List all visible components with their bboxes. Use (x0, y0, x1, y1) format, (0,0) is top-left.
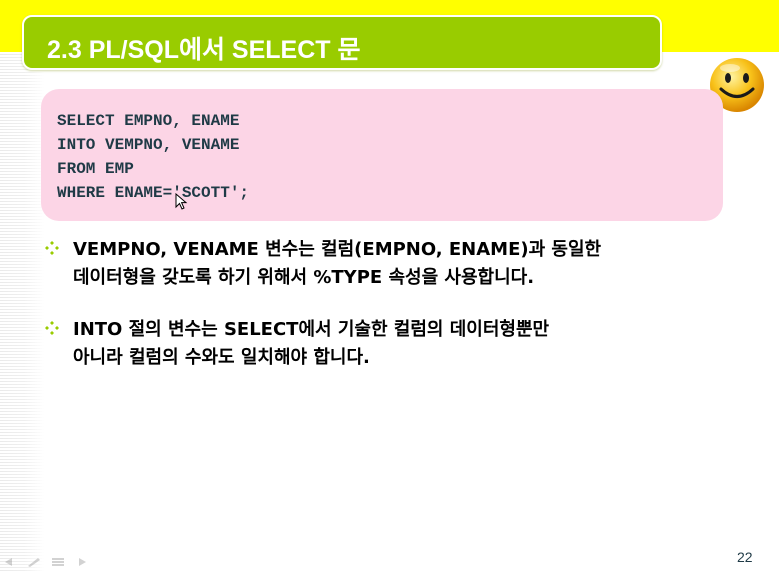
bullet-text-line: 데이터형을 갖도록 하기 위해서 %TYPE 속성을 사용합니다. (73, 267, 535, 288)
title-bar: 2.3 PL/SQL에서 SELECT 문 (22, 15, 662, 70)
code-line: INTO VEMPNO, VENAME (57, 136, 240, 154)
code-line: SELECT EMPNO, ENAME (57, 112, 240, 130)
slide-title: 2.3 PL/SQL에서 SELECT 문 (47, 36, 361, 64)
bullet-item: INTO 절의 변수는 SELECT에서 기술한 컬럼의 데이터형뿐만 아니라 … (45, 316, 745, 372)
code-line: WHERE ENAME='SCOTT'; (57, 184, 250, 202)
pen-icon[interactable] (26, 557, 42, 567)
code-block: SELECT EMPNO, ENAME INTO VEMPNO, VENAME … (41, 89, 723, 221)
next-slide-icon[interactable] (74, 557, 90, 567)
slideshow-nav-controls (2, 557, 102, 569)
bullet-item: VEMPNO, VENAME 변수는 컬럼(EMPNO, ENAME)과 동일한… (45, 236, 745, 292)
four-diamond-bullet-icon (45, 241, 59, 255)
bullet-text-line: INTO 절의 변수는 SELECT에서 기술한 컬럼의 데이터형뿐만 (73, 319, 550, 340)
page-number: 22 (737, 549, 753, 565)
previous-slide-icon[interactable] (2, 557, 18, 567)
code-line: FROM EMP (57, 160, 134, 178)
menu-icon[interactable] (50, 557, 66, 567)
bullet-text-line: 아니라 컬럼의 수와도 일치해야 합니다. (73, 347, 370, 368)
four-diamond-bullet-icon (45, 321, 59, 335)
left-stripe-decoration (0, 0, 44, 571)
mouse-pointer-icon (175, 193, 188, 210)
code-lines: SELECT EMPNO, ENAME INTO VEMPNO, VENAME … (57, 109, 249, 205)
slide: 2.3 PL/SQL에서 SELECT 문 SELECT EMPNO, ENAM… (0, 0, 779, 571)
bullet-text-line: VEMPNO, VENAME 변수는 컬럼(EMPNO, ENAME)과 동일한 (73, 239, 602, 260)
bullet-list: VEMPNO, VENAME 변수는 컬럼(EMPNO, ENAME)과 동일한… (45, 236, 745, 396)
